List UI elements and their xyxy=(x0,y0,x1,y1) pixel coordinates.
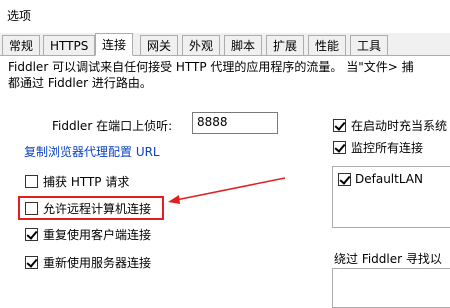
connection-item-checkbox[interactable] xyxy=(338,173,351,186)
arrow-line xyxy=(175,177,286,201)
monitor-all-connections-checkbox[interactable] xyxy=(333,141,346,154)
connection-item-label[interactable]: DefaultLAN xyxy=(355,172,423,186)
monitor-all-connections-label: 监控所有连接 xyxy=(351,141,424,155)
bypass-label: 绕过 Fiddler 寻找以 xyxy=(334,252,442,266)
act-as-system-proxy-label: 在启动时充当系统 xyxy=(351,119,448,133)
arrow-head xyxy=(168,195,180,204)
act-as-system-proxy-checkbox[interactable] xyxy=(333,119,346,132)
bypass-list-input[interactable] xyxy=(332,268,450,308)
connections-listbox[interactable]: DefaultLAN xyxy=(332,166,450,228)
